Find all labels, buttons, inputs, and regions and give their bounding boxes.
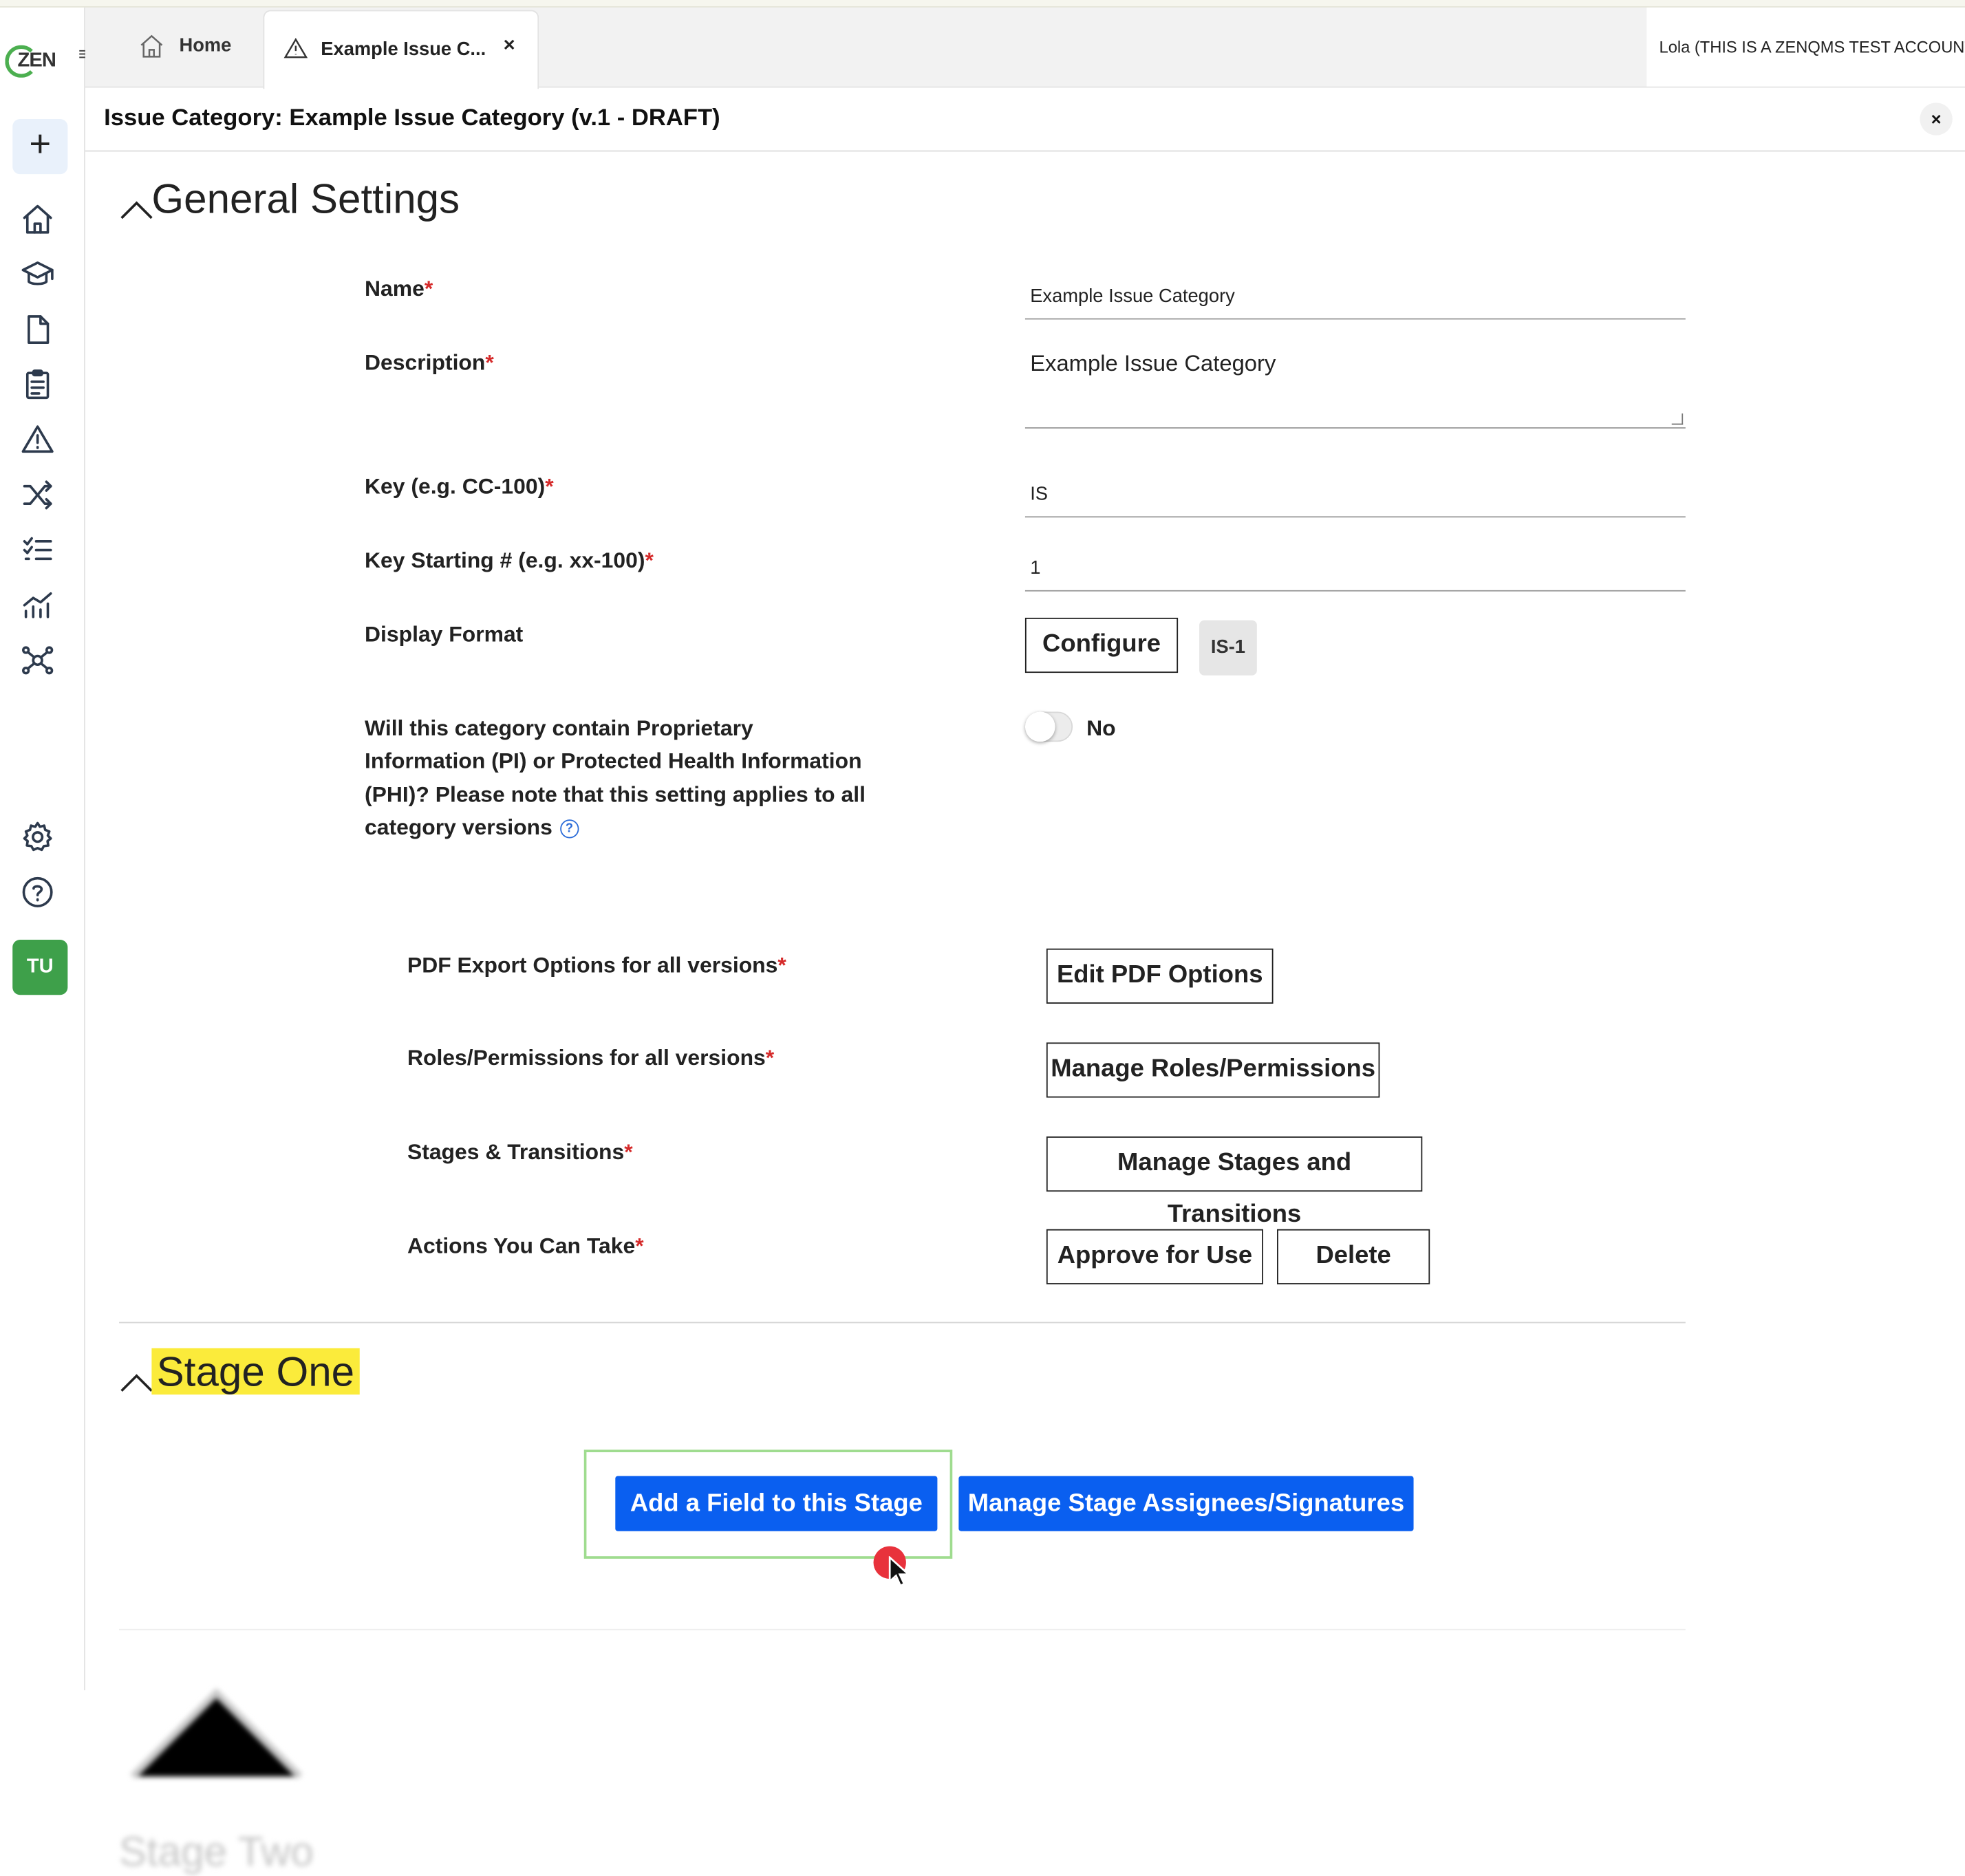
delete-button[interactable]: Delete	[1277, 1229, 1430, 1284]
tab-bar: Home Example Issue C... × Lola (THIS IS …	[85, 7, 1965, 89]
configure-button[interactable]: Configure	[1024, 617, 1179, 673]
shuffle-icon[interactable]	[20, 477, 60, 517]
description-field[interactable]: Example Issue Category	[1024, 341, 1686, 429]
section-divider	[119, 1322, 1686, 1324]
display-format-preview: IS-1	[1199, 620, 1257, 676]
sidebar: ZEN + TU	[0, 7, 85, 1691]
stage-two-heading[interactable]: Stage Two	[119, 1652, 314, 1876]
warning-icon	[283, 36, 308, 61]
close-icon[interactable]: ×	[1920, 103, 1953, 136]
top-strip	[0, 0, 1965, 8]
tab-home-label: Home	[179, 34, 232, 56]
pi-toggle[interactable]	[1024, 711, 1073, 742]
document-icon[interactable]	[20, 312, 60, 352]
name-field[interactable]	[1024, 273, 1686, 320]
manage-stage-assignees-button[interactable]: Manage Stage Assignees/Signatures	[958, 1476, 1414, 1531]
home-icon	[138, 32, 165, 60]
network-icon[interactable]	[20, 643, 60, 682]
stages-transitions-label: Stages & Transitions*	[407, 1139, 633, 1165]
name-input[interactable]	[1024, 273, 1686, 319]
help-icon[interactable]	[20, 874, 60, 914]
manage-stages-button[interactable]: Manage Stages and Transitions	[1046, 1136, 1423, 1228]
add-field-button[interactable]: Add a Field to this Stage	[615, 1476, 938, 1531]
page-header: Issue Category: Example Issue Category (…	[85, 87, 1965, 152]
key-input[interactable]	[1024, 471, 1686, 517]
key-start-label: Key Starting # (e.g. xx-100)*	[365, 547, 654, 573]
actions-label: Actions You Can Take*	[407, 1233, 644, 1258]
tab-example-issue-category[interactable]: Example Issue C... ×	[263, 10, 539, 89]
gear-icon[interactable]	[20, 819, 60, 859]
clipboard-icon[interactable]	[20, 367, 60, 407]
account-label: Lola (THIS IS A ZENQMS TEST ACCOUNT)	[1659, 37, 1965, 56]
account-menu[interactable]: Lola (THIS IS A ZENQMS TEST ACCOUNT)	[1646, 7, 1965, 87]
description-label: Description*	[365, 349, 494, 375]
user-avatar[interactable]: TU	[12, 940, 68, 995]
key-start-field[interactable]	[1024, 545, 1686, 592]
create-button[interactable]: +	[12, 119, 68, 175]
manage-roles-button[interactable]: Manage Roles/Permissions	[1046, 1042, 1380, 1098]
checklist-icon[interactable]	[20, 532, 60, 572]
zen-logo[interactable]: ZEN	[5, 40, 60, 83]
name-label: Name*	[365, 275, 433, 301]
general-settings-heading[interactable]: General Settings	[119, 175, 460, 223]
approve-for-use-button[interactable]: Approve for Use	[1046, 1229, 1263, 1284]
chevron-up-icon	[119, 188, 153, 219]
section-divider	[119, 1628, 1686, 1630]
key-label: Key (e.g. CC-100)*	[365, 473, 554, 499]
description-textarea[interactable]: Example Issue Category	[1024, 341, 1686, 421]
chart-icon[interactable]	[20, 587, 60, 627]
mouse-pointer-icon	[888, 1555, 915, 1591]
chevron-up-icon	[119, 1361, 153, 1392]
chevron-up-icon	[119, 1688, 314, 1826]
pi-toggle-label: No	[1086, 715, 1116, 741]
pdf-options-label: PDF Export Options for all versions*	[407, 952, 786, 978]
tab-home[interactable]: Home	[122, 8, 260, 87]
stage-one-heading[interactable]: Stage One	[119, 1348, 360, 1396]
graduation-cap-icon[interactable]	[20, 257, 60, 297]
home-icon[interactable]	[20, 202, 60, 241]
tab-close-icon[interactable]: ×	[504, 35, 515, 58]
pi-question: Will this category contain Proprietary I…	[365, 715, 866, 840]
key-start-input[interactable]	[1024, 545, 1686, 590]
edit-pdf-options-button[interactable]: Edit PDF Options	[1046, 948, 1274, 1004]
warning-icon[interactable]	[20, 422, 60, 462]
display-format-label: Display Format	[365, 621, 524, 647]
resize-handle[interactable]	[1671, 413, 1684, 425]
help-icon[interactable]: ?	[559, 819, 579, 839]
roles-permissions-label: Roles/Permissions for all versions*	[407, 1045, 775, 1070]
tab-label: Example Issue C...	[321, 39, 486, 61]
page-title: Issue Category: Example Issue Category (…	[104, 105, 720, 132]
key-field[interactable]	[1024, 471, 1686, 518]
